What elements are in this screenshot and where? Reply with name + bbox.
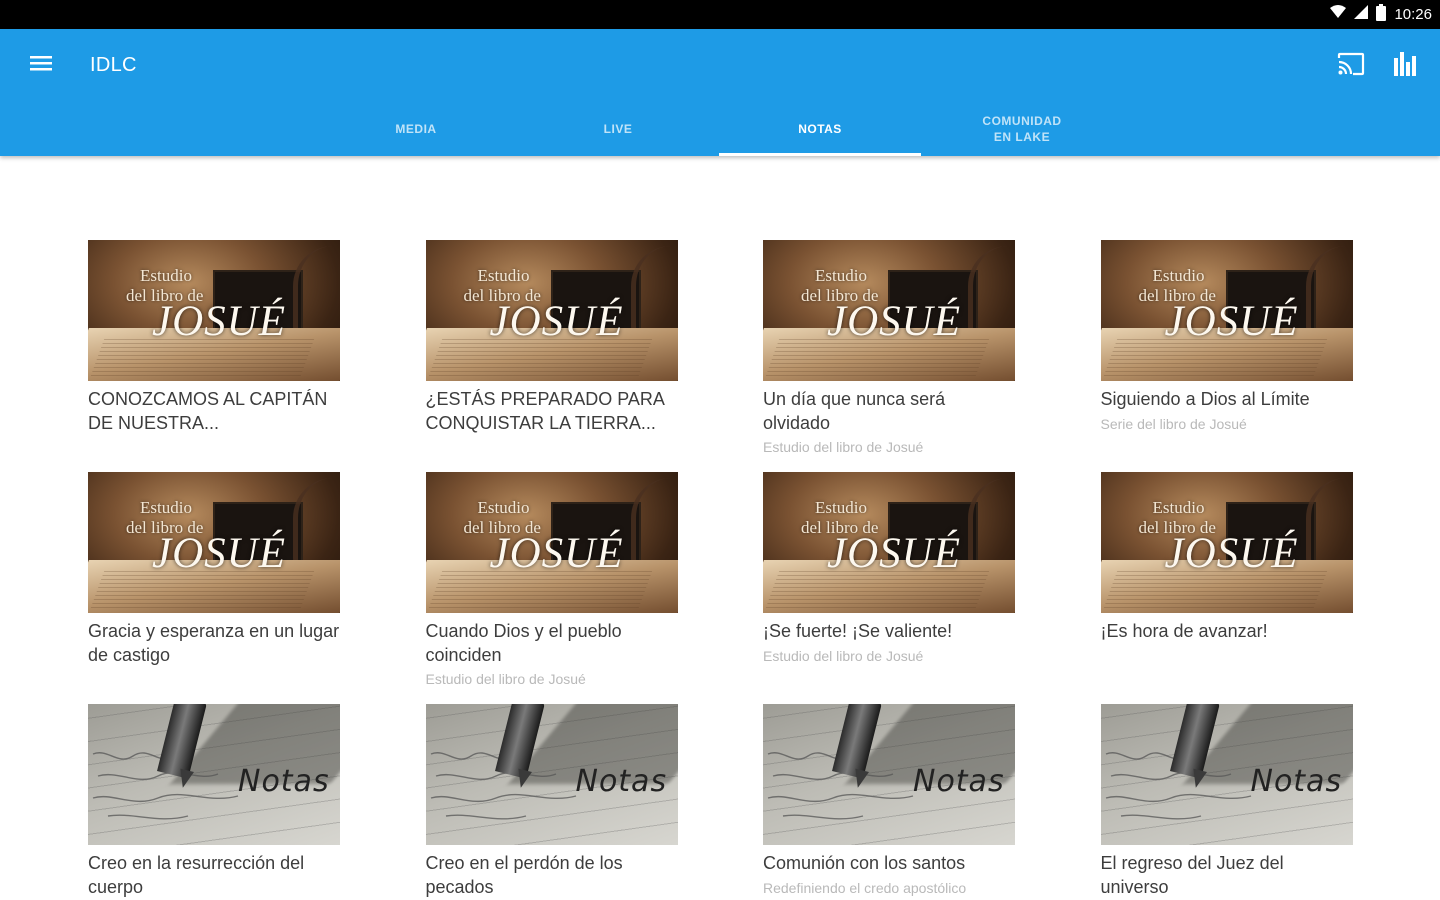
notas-thumbnail: Notas xyxy=(763,704,1015,845)
card-title: ¡Se fuerte! ¡Se valiente! xyxy=(763,621,953,641)
note-card[interactable]: Estudio del libro de JOSUÉ ¡Se fuerte! ¡… xyxy=(763,472,1015,704)
josue-thumbnail: Estudio del libro de JOSUÉ xyxy=(1100,472,1353,613)
tab-comunidad[interactable]: COMUNIDAD EN LAKE xyxy=(921,101,1123,156)
equalizer-icon xyxy=(1393,51,1417,81)
note-card[interactable]: Notas Comunión con los santos Redefiniend… xyxy=(763,704,1015,900)
tab-live[interactable]: LIVE xyxy=(517,101,719,156)
equalizer-button[interactable] xyxy=(1388,49,1422,83)
cast-button[interactable] xyxy=(1334,49,1368,83)
card-title: Siguiendo a Dios al Límite xyxy=(1100,389,1310,409)
note-card[interactable]: Notas Creo en la resurrección del cuerpo xyxy=(88,704,340,900)
thumb-text-line1: Estudio xyxy=(1152,498,1205,517)
notas-thumbnail: Notas xyxy=(425,704,678,845)
card-title: El regreso del Juez del universo xyxy=(1100,853,1284,897)
tab-label: MEDIA xyxy=(395,121,437,136)
thumb-text-line1: Estudio xyxy=(477,498,530,517)
status-bar: 10:26 xyxy=(0,0,1440,29)
josue-thumbnail: Estudio del libro de JOSUÉ xyxy=(763,240,1015,381)
notas-thumbnail: Notas xyxy=(1100,704,1353,845)
thumb-text-notas: Notas xyxy=(238,764,330,799)
menu-button[interactable] xyxy=(22,49,60,81)
tab-label: LIVE xyxy=(603,121,633,136)
thumb-text-notas: Notas xyxy=(913,764,1005,799)
card-title: CONOZCAMOS AL CAPITÁN DE NUESTRA... xyxy=(88,389,328,433)
josue-thumbnail: Estudio del libro de JOSUÉ xyxy=(425,472,678,613)
thumb-text-line1: Estudio xyxy=(140,266,192,285)
tab-label: COMUNIDAD EN LAKE xyxy=(982,113,1062,144)
thumb-text-line1: Estudio xyxy=(1152,266,1205,285)
note-card[interactable]: Estudio del libro de JOSUÉ Cuando Dios y… xyxy=(425,472,678,704)
card-title: Creo en la resurrección del cuerpo xyxy=(88,853,305,897)
thumb-text-notas: Notas xyxy=(1250,764,1343,799)
josue-thumbnail: Estudio del libro de JOSUÉ xyxy=(88,240,340,381)
clock: 10:26 xyxy=(1394,6,1432,23)
app-bar: IDLC MEDIA LIVE NOTAS COMUNIDAD EN LAKE xyxy=(0,29,1440,156)
note-card[interactable]: Notas Creo en el perdón de los pecados xyxy=(425,704,678,900)
note-card[interactable]: Notas El regreso del Juez del universo xyxy=(1100,704,1353,900)
note-card[interactable]: Estudio del libro de JOSUÉ ¡Es hora de a… xyxy=(1100,472,1353,704)
josue-thumbnail: Estudio del libro de JOSUÉ xyxy=(425,240,678,381)
card-subtitle: Estudio del libro de Josué xyxy=(425,671,586,687)
menu-icon xyxy=(30,54,52,77)
notes-grid: Estudio del libro de JOSUÉ CONOZCAMOS AL… xyxy=(88,240,1353,900)
card-title: ¡Es hora de avanzar! xyxy=(1100,621,1268,641)
app-title: IDLC xyxy=(90,54,137,76)
thumb-text-josue: JOSUÉ xyxy=(152,530,286,577)
thumb-text-line1: Estudio xyxy=(140,498,192,517)
josue-thumbnail: Estudio del libro de JOSUÉ xyxy=(763,472,1015,613)
tab-media[interactable]: MEDIA xyxy=(315,101,517,156)
signal-icon xyxy=(1354,5,1369,24)
thumb-text-josue: JOSUÉ xyxy=(489,298,624,345)
note-card[interactable]: Estudio del libro de JOSUÉ ¿ESTÁS PREPAR… xyxy=(425,240,678,472)
card-title: Gracia y esperanza en un lugar de castig… xyxy=(88,621,340,665)
thumb-text-josue: JOSUÉ xyxy=(827,298,961,345)
thumb-text-line1: Estudio xyxy=(815,498,867,517)
thumb-text-josue: JOSUÉ xyxy=(827,530,961,577)
thumb-text-josue: JOSUÉ xyxy=(1164,298,1299,345)
thumb-text-josue: JOSUÉ xyxy=(489,530,624,577)
card-title: Cuando Dios y el pueblo coinciden xyxy=(425,621,622,665)
card-title: Comunión con los santos xyxy=(763,853,966,873)
notas-thumbnail: Notas xyxy=(88,704,340,845)
thumb-text-notas: Notas xyxy=(575,764,668,799)
note-card[interactable]: Estudio del libro de JOSUÉ CONOZCAMOS AL… xyxy=(88,240,340,472)
battery-icon xyxy=(1376,3,1387,26)
cast-icon xyxy=(1337,52,1365,81)
card-subtitle: Estudio del libro de Josué xyxy=(763,439,924,455)
thumb-text-josue: JOSUÉ xyxy=(1164,530,1299,577)
card-title: Creo en el perdón de los pecados xyxy=(425,853,623,897)
note-card[interactable]: Estudio del libro de JOSUÉ Gracia y espe… xyxy=(88,472,340,704)
card-title: ¿ESTÁS PREPARADO PARA CONQUISTAR LA TIER… xyxy=(425,389,664,433)
wifi-icon xyxy=(1330,5,1347,24)
card-subtitle: Redefiniendo el credo apostólico xyxy=(763,879,967,896)
tab-bar: MEDIA LIVE NOTAS COMUNIDAD EN LAKE xyxy=(315,101,1123,156)
tab-label: NOTAS xyxy=(798,121,842,136)
note-card[interactable]: Estudio del libro de JOSUÉ Un día que nu… xyxy=(763,240,1015,472)
thumb-text-line1: Estudio xyxy=(477,266,530,285)
card-subtitle: Estudio del libro de Josué xyxy=(763,647,924,664)
thumb-text-line1: Estudio xyxy=(815,266,867,285)
card-title: Un día que nunca será olvidado xyxy=(763,389,946,433)
josue-thumbnail: Estudio del libro de JOSUÉ xyxy=(1100,240,1353,381)
tab-notas[interactable]: NOTAS xyxy=(719,101,921,156)
note-card[interactable]: Estudio del libro de JOSUÉ Siguiendo a D… xyxy=(1100,240,1353,472)
thumb-text-josue: JOSUÉ xyxy=(152,298,286,345)
card-subtitle: Serie del libro de Josué xyxy=(1100,415,1247,432)
josue-thumbnail: Estudio del libro de JOSUÉ xyxy=(88,472,340,613)
status-icons: 10:26 xyxy=(1330,3,1432,26)
